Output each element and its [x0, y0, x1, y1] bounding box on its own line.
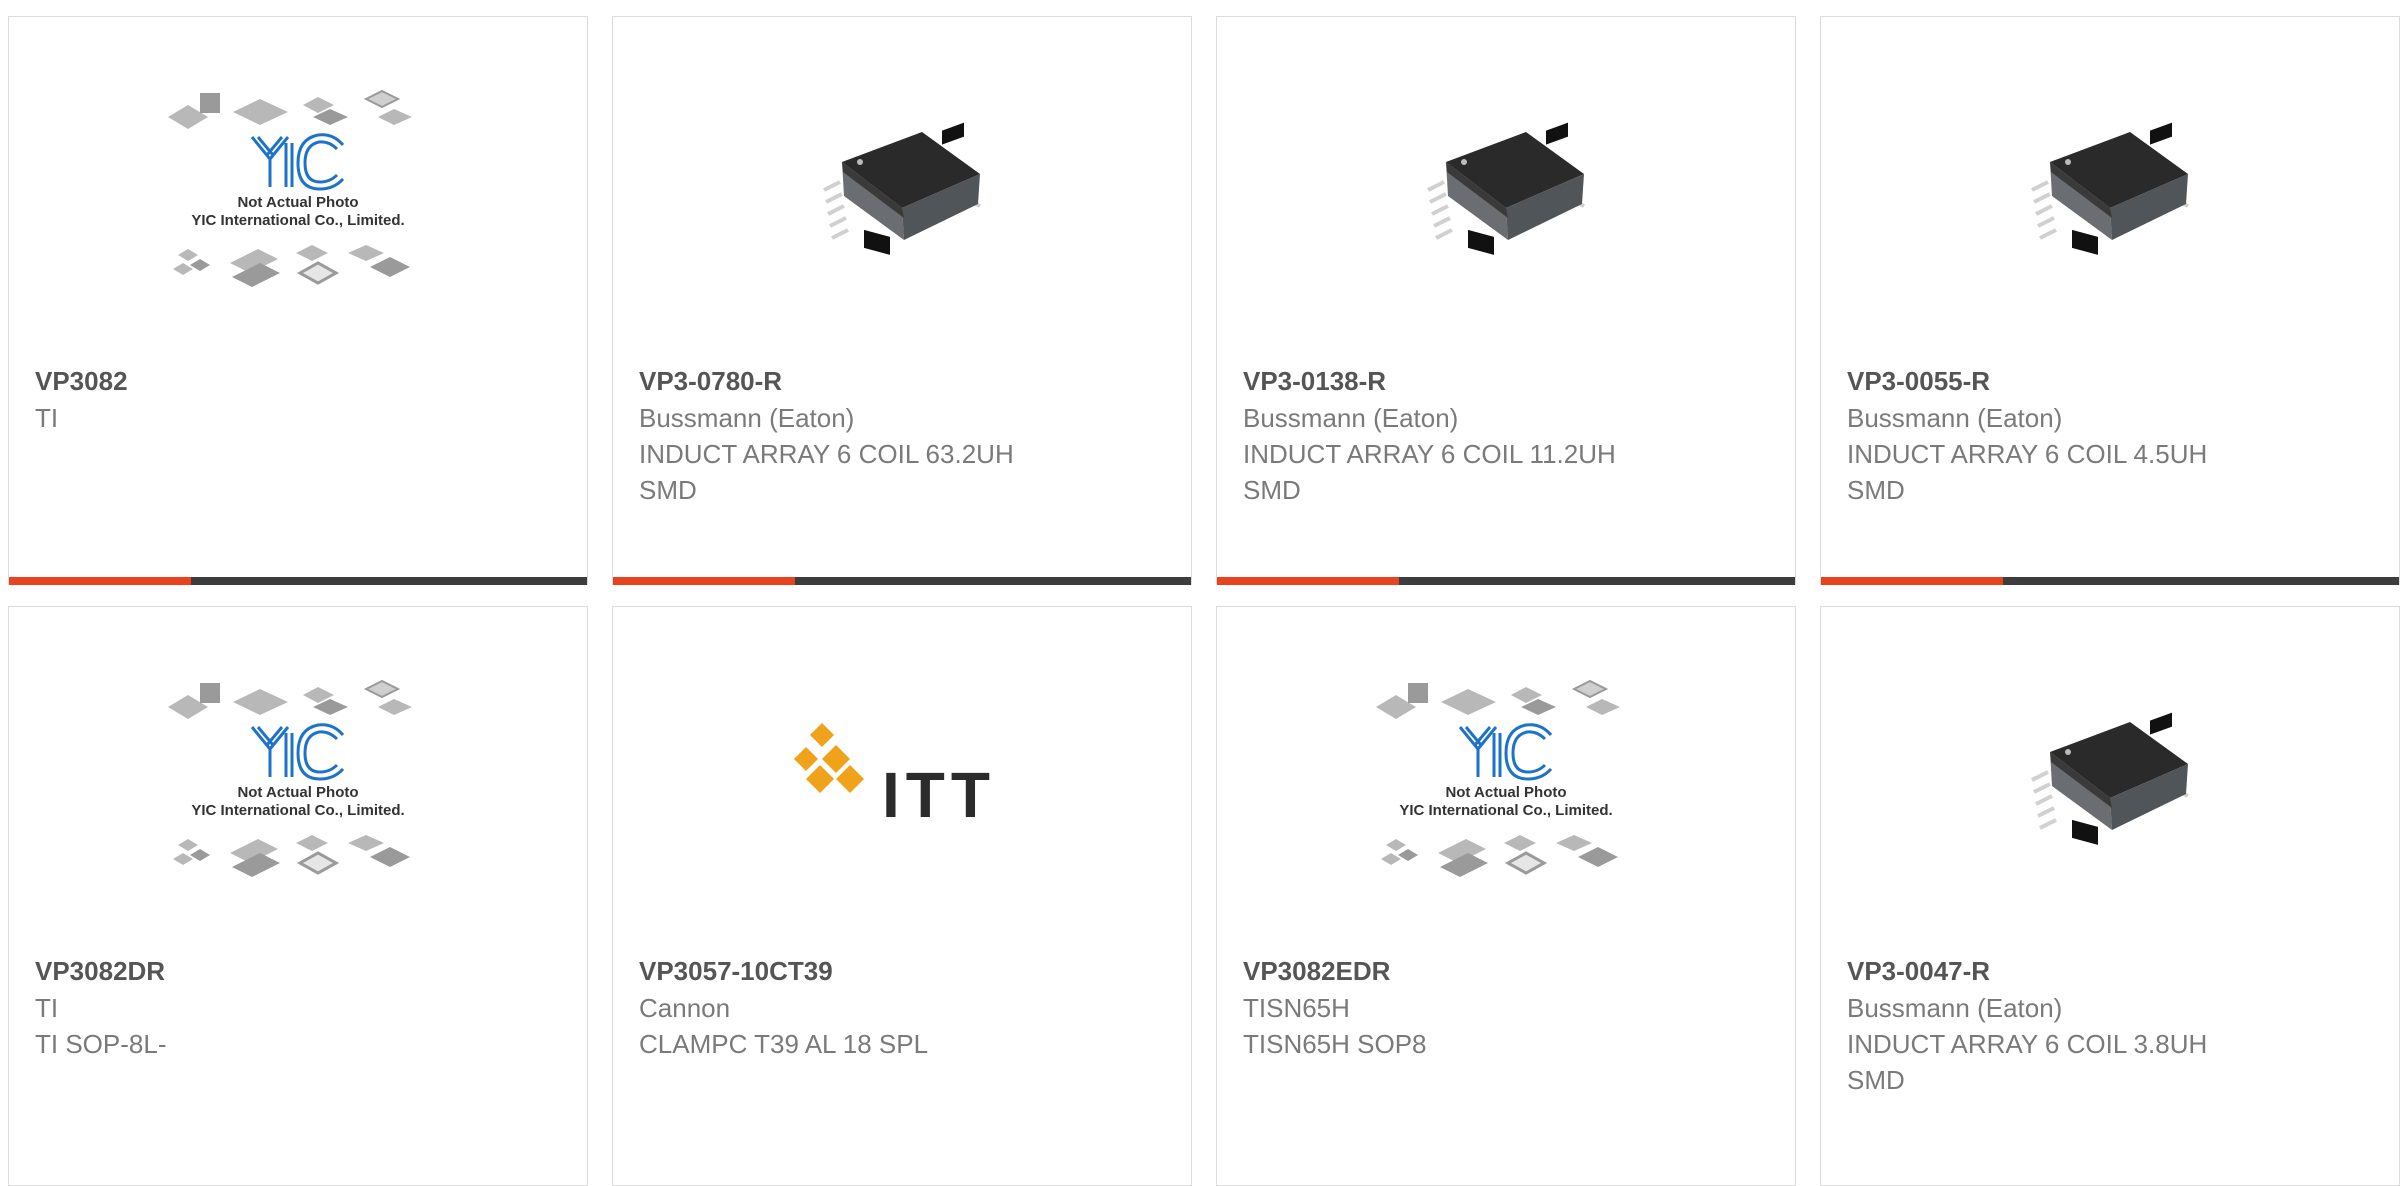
product-card[interactable]: Not Actual Photo YIC International Co., … — [8, 16, 588, 585]
product-image[interactable]: Not Actual Photo YIC International Co., … — [9, 607, 587, 947]
manufacturer-name: Cannon — [639, 993, 731, 1023]
yic-logo — [250, 723, 345, 781]
part-number-link[interactable]: VP3082 — [35, 362, 567, 400]
product-description: INDUCT ARRAY 6 COIL 3.8UH — [1847, 1029, 2208, 1059]
card-bar-accent — [613, 577, 795, 585]
smd-inductor-image — [2031, 712, 2189, 845]
product-description: INDUCT ARRAY 6 COIL 63.2UH — [639, 439, 1014, 469]
placeholder-caption-2: YIC International Co., Limited. — [191, 212, 404, 229]
product-description: SMD — [1847, 475, 1905, 505]
manufacturer-name: TI — [35, 403, 59, 433]
product-card[interactable]: Not Actual Photo YIC International Co., … — [8, 606, 588, 1186]
manufacturer-name: Bussmann (Eaton) — [639, 403, 855, 433]
product-description: INDUCT ARRAY 6 COIL 11.2UH — [1243, 439, 1616, 469]
yic-logo — [1458, 723, 1553, 781]
product-image[interactable]: ITT — [613, 607, 1191, 947]
placeholder-caption-1: Not Actual Photo — [237, 784, 358, 801]
product-card[interactable]: VP3-0055-R Bussmann (Eaton) INDUCT ARRAY 6… — [1820, 16, 2400, 585]
product-image[interactable]: Not Actual Photo YIC International Co., … — [1217, 607, 1795, 947]
product-image[interactable] — [1217, 17, 1795, 357]
yic-logo — [250, 133, 345, 191]
product-info: VP3-0780-R Bussmann (Eaton) INDUCT ARRAY 6… — [639, 362, 1171, 508]
chip-cluster-bottom — [173, 245, 410, 287]
product-description: INDUCT ARRAY 6 COIL 4.5UH — [1847, 439, 2208, 469]
product-card[interactable]: VP3-0138-R Bussmann (Eaton) INDUCT ARRAY 6… — [1216, 16, 1796, 585]
product-info: VP3082DR TI TI SOP-8L- — [35, 952, 567, 1062]
chip-cluster-bottom — [173, 835, 410, 877]
manufacturer-name: Bussmann (Eaton) — [1243, 403, 1459, 433]
product-description: TISN65H SOP8 — [1243, 1029, 1427, 1059]
itt-logo-text: ITT — [882, 759, 996, 831]
chip-cluster-top — [168, 679, 412, 719]
placeholder-caption-1: Not Actual Photo — [237, 194, 358, 211]
product-info: VP3-0138-R Bussmann (Eaton) INDUCT ARRAY 6… — [1243, 362, 1775, 508]
smd-inductor-image — [1427, 122, 1585, 255]
itt-logo: ITT — [794, 723, 996, 831]
chip-cluster-top — [1376, 679, 1620, 719]
product-card[interactable]: ITT VP3057-10CT39 Cannon CLAMPC T39 AL 18 … — [612, 606, 1192, 1186]
manufacturer-name: Bussmann (Eaton) — [1847, 993, 2063, 1023]
card-bottom-bar — [1821, 577, 2399, 585]
card-bottom-bar — [9, 577, 587, 585]
smd-inductor-image — [823, 122, 981, 255]
part-number-link[interactable]: VP3082EDR — [1243, 952, 1775, 990]
product-info: VP3-0055-R Bussmann (Eaton) INDUCT ARRAY 6… — [1847, 362, 2379, 508]
product-description: SMD — [1243, 475, 1301, 505]
card-bar-accent — [1821, 577, 2003, 585]
product-card[interactable]: VP3-0047-R Bussmann (Eaton) INDUCT ARRAY 6… — [1820, 606, 2400, 1186]
product-image[interactable] — [613, 17, 1191, 357]
product-info: VP3057-10CT39 Cannon CLAMPC T39 AL 18 SPL — [639, 952, 1171, 1062]
smd-inductor-image — [2031, 122, 2189, 255]
placeholder-caption-2: YIC International Co., Limited. — [1399, 802, 1612, 819]
product-info: VP3-0047-R Bussmann (Eaton) INDUCT ARRAY 6… — [1847, 952, 2379, 1098]
product-info: VP3082EDR TISN65H TISN65H SOP8 — [1243, 952, 1775, 1062]
part-number-link[interactable]: VP3-0780-R — [639, 362, 1171, 400]
product-image[interactable]: Not Actual Photo YIC International Co., … — [9, 17, 587, 357]
part-number-link[interactable]: VP3057-10CT39 — [639, 952, 1171, 990]
part-number-link[interactable]: VP3-0138-R — [1243, 362, 1775, 400]
manufacturer-name: TISN65H — [1243, 993, 1350, 1023]
chip-cluster-top — [168, 89, 412, 129]
product-card[interactable]: VP3-0780-R Bussmann (Eaton) INDUCT ARRAY 6… — [612, 16, 1192, 585]
product-image[interactable] — [1821, 17, 2399, 357]
placeholder-caption-2: YIC International Co., Limited. — [191, 802, 404, 819]
product-description: SMD — [1847, 1065, 1905, 1095]
part-number-link[interactable]: VP3-0055-R — [1847, 362, 2379, 400]
card-bar-accent — [9, 577, 191, 585]
part-number-link[interactable]: VP3082DR — [35, 952, 567, 990]
card-bar-accent — [1217, 577, 1399, 585]
card-bottom-bar — [1217, 577, 1795, 585]
product-card[interactable]: Not Actual Photo YIC International Co., … — [1216, 606, 1796, 1186]
manufacturer-name: TI — [35, 993, 59, 1023]
product-description: TI SOP-8L- — [35, 1029, 167, 1059]
product-image[interactable] — [1821, 607, 2399, 947]
product-info: VP3082 TI — [35, 362, 567, 436]
chip-cluster-bottom — [1381, 835, 1618, 877]
manufacturer-name: Bussmann (Eaton) — [1847, 403, 2063, 433]
placeholder-caption-1: Not Actual Photo — [1445, 784, 1566, 801]
part-number-link[interactable]: VP3-0047-R — [1847, 952, 2379, 990]
product-description: SMD — [639, 475, 697, 505]
card-bottom-bar — [613, 577, 1191, 585]
product-description: CLAMPC T39 AL 18 SPL — [639, 1029, 929, 1059]
